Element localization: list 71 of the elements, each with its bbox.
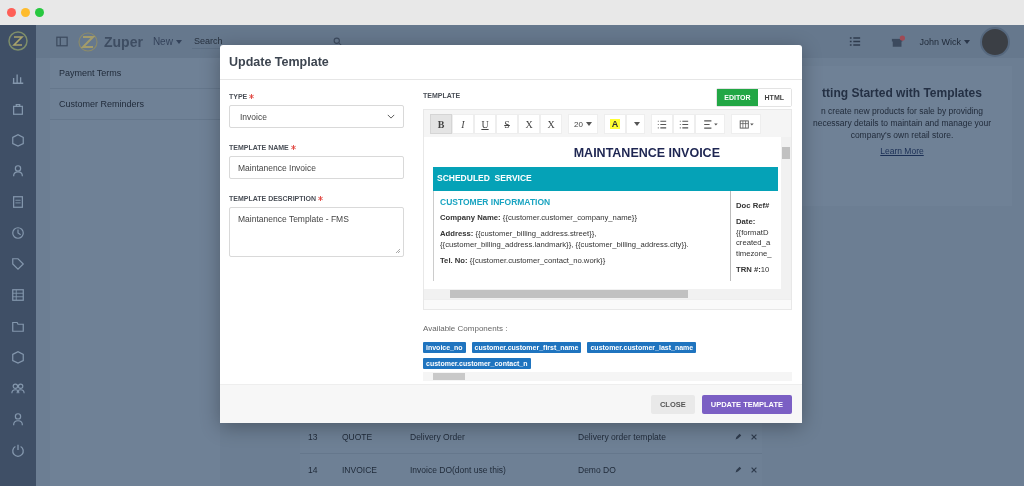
chevron-down-icon: [387, 114, 395, 119]
doc-icon[interactable]: [11, 195, 25, 209]
gift-icon[interactable]: [891, 35, 906, 48]
horizontal-scrollbar[interactable]: [424, 289, 791, 299]
table-cell-text: 13: [307, 432, 319, 442]
tag-icon[interactable]: [11, 257, 25, 271]
font-size-dropdown[interactable]: 20: [568, 114, 598, 134]
grid-icon[interactable]: [11, 288, 25, 302]
align-dropdown[interactable]: [695, 114, 725, 134]
caret-icon: [585, 122, 592, 126]
table-cell-text: INVOICE: [342, 465, 378, 475]
search-icon: [332, 36, 342, 46]
caret-icon: [964, 40, 970, 45]
table-cell-text: QUOTE: [342, 432, 374, 442]
highlight-button[interactable]: A: [604, 114, 626, 134]
person-icon[interactable]: [11, 412, 25, 426]
clock-icon[interactable]: [11, 226, 25, 240]
logo-icon: [78, 31, 98, 52]
box-icon[interactable]: [11, 133, 25, 147]
align-left-icon: [702, 119, 718, 129]
table-cell-text: Delivery Order: [410, 432, 466, 442]
dialog-title: Update Template: [229, 55, 329, 69]
components-label: Available Components :: [423, 324, 509, 333]
sidebar-toggle-icon[interactable]: [56, 36, 68, 47]
type-select[interactable]: Invoice: [229, 105, 404, 128]
close-icon[interactable]: [750, 433, 758, 441]
vertical-scrollbar[interactable]: [781, 137, 791, 289]
avatar[interactable]: [980, 26, 1010, 57]
subscript-button[interactable]: X: [540, 114, 562, 134]
caret-icon: [175, 40, 182, 45]
bag-icon[interactable]: [11, 102, 25, 116]
folder-icon[interactable]: [11, 319, 25, 333]
logo-icon: [8, 31, 28, 51]
italic-button[interactable]: I: [452, 114, 474, 134]
list-icon: [679, 119, 689, 129]
underline-button[interactable]: U: [474, 114, 496, 134]
table-cell-text: Demo DO: [578, 465, 617, 475]
document-heading: MAINTANENCE INVOICE: [572, 145, 721, 162]
superscript-button[interactable]: X: [518, 114, 540, 134]
help-text: n create new products for sale by providing necessary details to maintain and manage your company's own retail store.: [811, 106, 993, 142]
highlight-caret[interactable]: [626, 114, 645, 134]
table-dropdown[interactable]: [731, 114, 761, 134]
list-icon: [657, 119, 667, 129]
template-name-field[interactable]: Maintanence Invoice: [229, 156, 404, 179]
table-cell-text: Delivery order template: [578, 432, 667, 442]
maximize-window-dot[interactable]: [35, 8, 44, 17]
users-icon[interactable]: [11, 164, 25, 178]
power-icon[interactable]: [11, 443, 25, 457]
section-title: CUSTOMER INFORMATION: [440, 197, 552, 207]
box-icon[interactable]: [11, 350, 25, 364]
section-banner: SCHEDULED SERVICE: [433, 167, 778, 191]
bold-button[interactable]: B: [430, 114, 452, 134]
help-title: tting Started with Templates: [822, 86, 982, 100]
template-description-field[interactable]: Maintanence Template - FMS: [229, 207, 404, 257]
bulleted-list-button[interactable]: [651, 114, 673, 134]
list-icon[interactable]: [849, 36, 862, 47]
resize-handle[interactable]: [424, 299, 791, 309]
close-icon[interactable]: [750, 466, 758, 474]
close-window-dot[interactable]: [7, 8, 16, 17]
minimize-window-dot[interactable]: [21, 8, 30, 17]
resize-grip-icon[interactable]: [395, 248, 401, 254]
strike-button[interactable]: S: [496, 114, 518, 134]
group-icon[interactable]: [11, 381, 25, 395]
table-cell-text: Invoice DO(dont use this): [410, 465, 507, 475]
numbered-list-button[interactable]: [673, 114, 695, 134]
pencil-icon[interactable]: [734, 433, 742, 441]
table-icon: [738, 119, 754, 129]
pencil-icon[interactable]: [734, 466, 742, 474]
table-cell-text: 14: [307, 465, 319, 475]
horizontal-scrollbar[interactable]: [423, 372, 792, 381]
learn-more-link[interactable]: Learn More: [880, 145, 924, 156]
